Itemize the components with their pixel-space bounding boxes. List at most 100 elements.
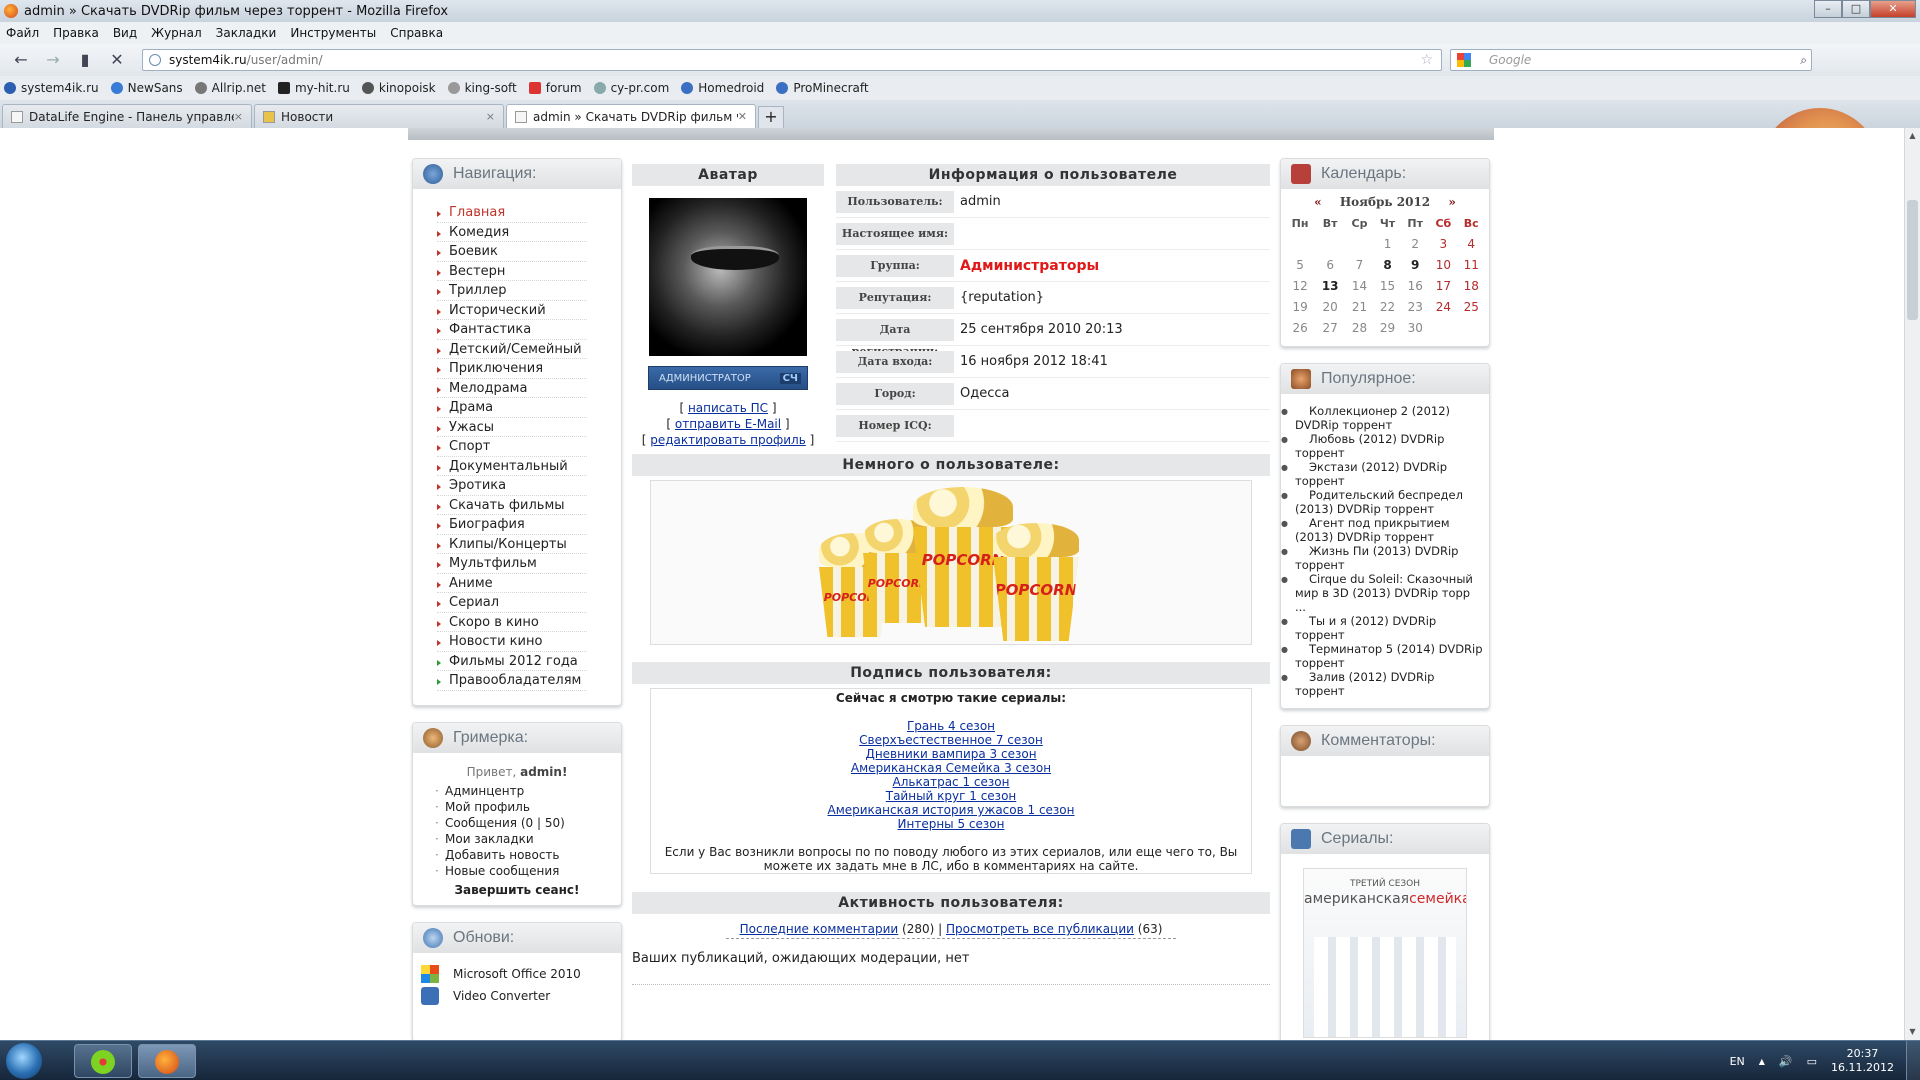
last-comments-link[interactable]: Последние комментарии <box>740 922 899 936</box>
clock[interactable]: 20:37 16.11.2012 <box>1831 1047 1894 1075</box>
bookmark-item[interactable]: Allrip.net <box>194 81 266 95</box>
taskbar-firefox[interactable] <box>138 1044 196 1078</box>
nav-item[interactable]: Ужасы <box>437 418 587 437</box>
nav-item[interactable]: Скачать фильмы <box>437 496 587 515</box>
user-menu-new-messages[interactable]: Новые сообщения <box>435 863 621 879</box>
scroll-thumb[interactable] <box>1907 200 1918 320</box>
tab-close-icon[interactable]: ✕ <box>738 110 747 123</box>
series-link[interactable]: Сверхъестественное 7 сезон <box>651 733 1251 747</box>
series-link[interactable]: Интерны 5 сезон <box>651 817 1251 831</box>
menu-file[interactable]: Файл <box>6 26 39 40</box>
forward-button[interactable]: → <box>40 48 66 72</box>
all-publications-link[interactable]: Просмотреть все публикации <box>946 922 1134 936</box>
nav-item-home[interactable]: Главная <box>437 203 587 223</box>
user-menu-add-news[interactable]: Добавить новость <box>435 847 621 863</box>
nav-item[interactable]: Спорт <box>437 437 587 457</box>
calendar-next-button[interactable]: » <box>1448 195 1456 209</box>
menu-bookmarks[interactable]: Закладки <box>216 26 277 40</box>
google-icon[interactable] <box>1457 53 1471 67</box>
search-icon[interactable]: ⌕ <box>1800 53 1807 68</box>
network-icon[interactable]: ▭ <box>1807 1055 1817 1068</box>
tab-dle-admin[interactable]: DataLife Engine - Панель управления × <box>2 104 252 128</box>
back-button[interactable]: ← <box>8 48 34 72</box>
bookmark-item[interactable]: cy-pr.com <box>593 81 669 95</box>
update-item[interactable]: Video Converter <box>413 985 621 1007</box>
nav-item[interactable]: Драма <box>437 398 587 418</box>
stop-button[interactable]: ✕ <box>104 48 130 72</box>
bookmark-star-icon[interactable]: ☆ <box>1420 52 1433 68</box>
tab-close-icon[interactable]: × <box>486 110 495 123</box>
nav-item[interactable]: Комедия <box>437 223 587 242</box>
url-bar[interactable]: system4ik.ru /user/admin/ ☆ <box>142 49 1442 71</box>
nav-item[interactable]: Триллер <box>437 281 587 301</box>
bookmark-item[interactable]: king-soft <box>447 81 517 95</box>
edit-profile-link[interactable]: редактировать профиль <box>650 433 806 447</box>
menu-tools[interactable]: Инструменты <box>290 26 376 40</box>
search-input[interactable]: Google ⌕ <box>1450 49 1812 71</box>
scroll-up-icon[interactable]: ▲ <box>1905 128 1920 144</box>
user-menu-profile[interactable]: Мой профиль <box>435 799 621 815</box>
send-email-link[interactable]: отправить E-Mail <box>675 417 781 431</box>
nav-item[interactable]: Аниме <box>437 574 587 593</box>
site-identity-icon[interactable] <box>149 54 161 66</box>
popular-item[interactable]: Жизнь Пи (2013) DVDRip торрент <box>1281 544 1483 572</box>
nav-item[interactable]: Скоро в кино <box>437 613 587 632</box>
tab-close-icon[interactable]: × <box>234 110 243 123</box>
nav-item[interactable]: Сериал <box>437 593 587 613</box>
menu-view[interactable]: Вид <box>113 26 137 40</box>
bookmark-item[interactable]: Homedroid <box>681 81 764 95</box>
series-link[interactable]: Тайный круг 1 сезон <box>651 789 1251 803</box>
nav-item[interactable]: Исторический <box>437 301 587 320</box>
calendar-day-link[interactable]: 13 <box>1315 275 1345 296</box>
bookmark-item[interactable]: NewSans <box>110 81 183 95</box>
nav-item[interactable]: Мультфильм <box>437 554 587 574</box>
nav-item[interactable]: Биография <box>437 515 587 535</box>
popular-item[interactable]: Любовь (2012) DVDRip торрент <box>1281 432 1483 460</box>
language-indicator[interactable]: EN <box>1730 1055 1745 1068</box>
popular-item[interactable]: Терминатор 5 (2014) DVDRip торрент <box>1281 642 1483 670</box>
new-tab-button[interactable]: + <box>758 106 784 128</box>
nav-item[interactable]: Приключения <box>437 359 587 379</box>
tab-news[interactable]: Новости × <box>254 104 504 128</box>
nav-item[interactable]: Документальный <box>437 457 587 476</box>
popular-item[interactable]: Коллекционер 2 (2012) DVDRip торрент <box>1281 404 1483 432</box>
nav-item[interactable]: Вестерн <box>437 262 587 281</box>
user-menu-admincenter[interactable]: Админцентр <box>435 783 621 799</box>
nav-item[interactable]: Фантастика <box>437 320 587 340</box>
tab-admin-profile[interactable]: admin » Скачать DVDRip фильм чер... ✕ <box>506 104 756 128</box>
minimize-button[interactable]: – <box>1814 0 1842 18</box>
popular-item[interactable]: Агент под прикрытием (2013) DVDRip торре… <box>1281 516 1483 544</box>
show-desktop-button[interactable] <box>1906 1041 1920 1080</box>
logout-link[interactable]: Завершить сеанс! <box>413 879 621 905</box>
close-button[interactable]: ✕ <box>1870 0 1916 18</box>
series-link[interactable]: Грань 4 сезон <box>651 719 1251 733</box>
nav-item[interactable]: Детский/Семейный <box>437 340 587 359</box>
series-link[interactable]: Американская Семейка 3 сезон <box>651 761 1251 775</box>
series-link[interactable]: Алькатрас 1 сезон <box>651 775 1251 789</box>
start-button[interactable] <box>6 1043 42 1079</box>
bookmark-item[interactable]: ProMinecraft <box>776 81 869 95</box>
series-link[interactable]: Американская история ужасов 1 сезон <box>651 803 1251 817</box>
page-scrollbar[interactable]: ▲ ▼ <box>1904 128 1920 1040</box>
nav-item[interactable]: Эротика <box>437 476 587 496</box>
bookmark-item[interactable]: my-hit.ru <box>277 81 350 95</box>
scroll-down-icon[interactable]: ▼ <box>1905 1024 1920 1040</box>
tray-expand-icon[interactable]: ▲ <box>1759 1057 1765 1066</box>
bookmark-item[interactable]: system4ik.ru <box>4 81 99 95</box>
bookmark-item[interactable]: forum <box>528 81 582 95</box>
send-pm-link[interactable]: написать ПС <box>688 401 768 415</box>
popular-item[interactable]: Ты и я (2012) DVDRip торрент <box>1281 614 1483 642</box>
series-poster[interactable]: ТРЕТИЙ СЕЗОН американскаясемейка <box>1303 868 1467 1038</box>
user-menu-messages[interactable]: Сообщения (0 | 50) <box>435 815 621 831</box>
maximize-button[interactable]: □ <box>1842 0 1870 18</box>
series-link[interactable]: Дневники вампира 3 сезон <box>651 747 1251 761</box>
volume-icon[interactable]: 🔊 <box>1779 1055 1793 1068</box>
popular-item[interactable]: Cirque du Soleil: Сказочный мир в 3D (20… <box>1281 572 1483 614</box>
nav-item[interactable]: Клипы/Концерты <box>437 535 587 554</box>
popular-item[interactable]: Залив (2012) DVDRip торрент <box>1281 670 1483 698</box>
popular-item[interactable]: Экстази (2012) DVDRip торрент <box>1281 460 1483 488</box>
calendar-day-link[interactable]: 9 <box>1401 254 1429 275</box>
calendar-prev-button[interactable]: « <box>1314 195 1322 209</box>
user-menu-favorites[interactable]: Мои закладки <box>435 831 621 847</box>
nav-item[interactable]: Мелодрама <box>437 379 587 398</box>
